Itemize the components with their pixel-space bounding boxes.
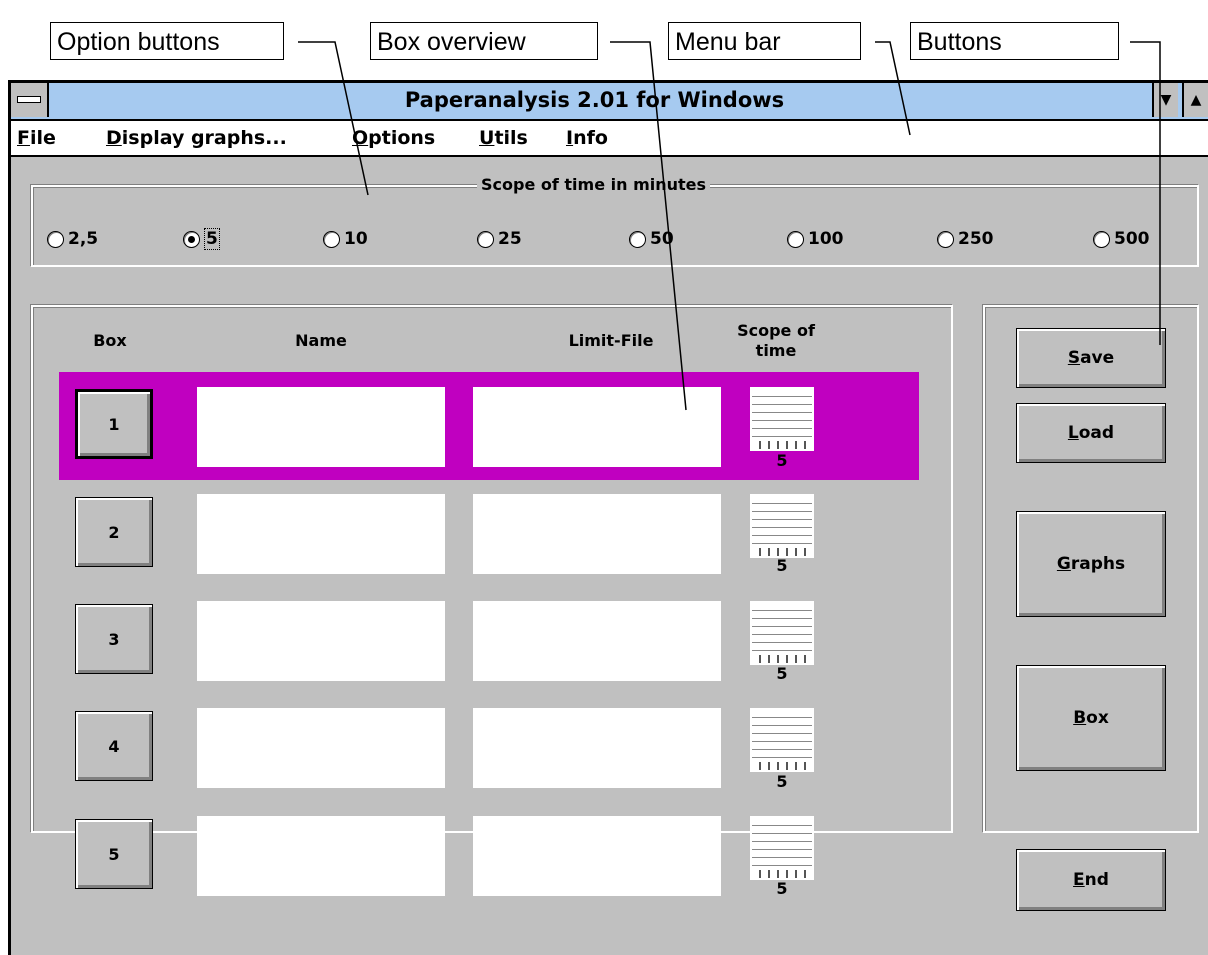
box-button[interactable]: Box (1016, 665, 1166, 771)
radio-label: 250 (958, 229, 994, 249)
radio-label: 500 (1114, 229, 1150, 249)
box-5-name-field[interactable] (197, 816, 445, 896)
end-button[interactable]: End (1016, 849, 1166, 911)
box-2-name-field[interactable] (197, 494, 445, 574)
menu-bar: File Display graphs... Options Utils Inf… (11, 121, 1208, 157)
callout-buttons: Buttons (910, 22, 1119, 60)
minimize-arrow-icon[interactable]: ▼ (1152, 83, 1178, 117)
box-4-name-field[interactable] (197, 708, 445, 788)
menu-file[interactable]: File (17, 121, 56, 155)
window-title: Paperanalysis 2.01 for Windows (404, 88, 785, 112)
scope-time-group: Scope of time in minutes (31, 175, 1199, 267)
box-button-3[interactable]: 3 (75, 604, 153, 674)
radio-label: 100 (808, 229, 844, 249)
menu-utils[interactable]: Utils (479, 121, 528, 155)
box-button-5[interactable]: 5 (75, 819, 153, 889)
box-1-limit-file-field[interactable] (473, 387, 721, 467)
box-4-scope-graph-icon (750, 708, 814, 772)
box-2-scope-value: 5 (776, 556, 788, 575)
radio-label: 5 (204, 228, 220, 250)
app-window: Paperanalysis 2.01 for Windows ▼ ▲ File … (8, 80, 1208, 955)
callout-option-buttons: Option buttons (50, 22, 284, 60)
maximize-arrow-icon[interactable]: ▲ (1182, 83, 1208, 117)
radio-250[interactable]: 250 (937, 227, 994, 251)
radio-dot-icon (477, 230, 494, 248)
scope-time-group-label: Scope of time in minutes (477, 175, 711, 194)
radio-dot-icon (1093, 230, 1110, 248)
menu-display-graphs[interactable]: Display graphs... (106, 121, 287, 155)
box-3-scope-graph-icon (750, 601, 814, 665)
menu-options[interactable]: Options (352, 121, 435, 155)
radio-label: 2,5 (68, 229, 99, 249)
radio-label: 50 (650, 229, 674, 249)
header-scope-line1: Scope of (737, 321, 815, 340)
box-1-scope-graph-icon (750, 387, 814, 451)
radio-label: 10 (344, 229, 368, 249)
box-3-scope-value: 5 (776, 664, 788, 683)
header-limit-file: Limit-File (568, 331, 654, 350)
header-name: Name (295, 331, 347, 350)
box-4-scope-value: 5 (776, 772, 788, 791)
callout-box-overview: Box overview (370, 22, 598, 60)
box-3-name-field[interactable] (197, 601, 445, 681)
radio-dot-icon (937, 230, 954, 248)
box-3-limit-file-field[interactable] (473, 601, 721, 681)
radio-5[interactable]: 5 (183, 227, 220, 251)
box-2-scope-graph-icon (750, 494, 814, 558)
radio-label: 25 (498, 229, 522, 249)
radio-25[interactable]: 25 (477, 227, 522, 251)
callout-menu-bar: Menu bar (668, 22, 861, 60)
radio-dot-icon (629, 230, 646, 248)
radio-500[interactable]: 500 (1093, 227, 1150, 251)
load-button[interactable]: Load (1016, 403, 1166, 463)
box-1-name-field[interactable] (197, 387, 445, 467)
save-button[interactable]: Save (1016, 328, 1166, 388)
radio-dot-selected-icon (183, 230, 200, 248)
box-4-limit-file-field[interactable] (473, 708, 721, 788)
box-1-scope-value: 5 (776, 451, 788, 470)
radio-2-5[interactable]: 2,5 (47, 227, 98, 251)
header-scope-line2: time (755, 341, 797, 360)
radio-dot-icon (47, 230, 64, 248)
box-2-limit-file-field[interactable] (473, 494, 721, 574)
radio-10[interactable]: 10 (323, 227, 368, 251)
header-box: Box (93, 331, 127, 350)
header-scope-of-time: Scope of time (726, 321, 826, 361)
box-button-1[interactable]: 1 (75, 389, 153, 459)
radio-dot-icon (323, 230, 340, 248)
box-button-4[interactable]: 4 (75, 711, 153, 781)
system-menu-icon[interactable] (11, 83, 49, 117)
box-5-limit-file-field[interactable] (473, 816, 721, 896)
menu-info[interactable]: Info (566, 121, 608, 155)
box-5-scope-graph-icon (750, 816, 814, 880)
title-bar: Paperanalysis 2.01 for Windows ▼ ▲ (11, 83, 1208, 121)
radio-50[interactable]: 50 (629, 227, 674, 251)
radio-dot-icon (787, 230, 804, 248)
radio-100[interactable]: 100 (787, 227, 844, 251)
graphs-button[interactable]: Graphs (1016, 511, 1166, 617)
box-5-scope-value: 5 (776, 879, 788, 898)
box-button-2[interactable]: 2 (75, 497, 153, 567)
